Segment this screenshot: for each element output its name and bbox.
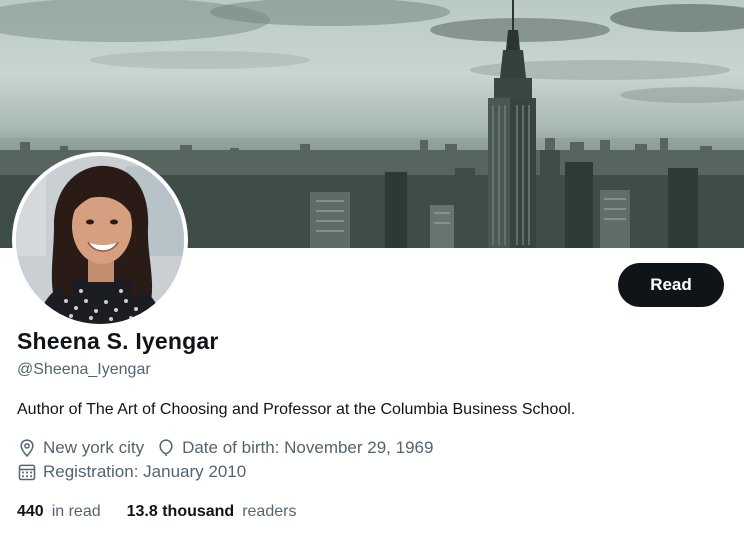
birth-date-item: Date of birth: November 29, 1969	[156, 438, 433, 458]
registration-text: Registration: January 2010	[43, 462, 247, 481]
read-button[interactable]: Read	[618, 263, 724, 307]
location-pin-icon	[20, 439, 34, 457]
profile-meta-row: New york city Date of birth: November 29…	[17, 438, 445, 458]
profile-stats: 440 in read 13.8 thousand readers	[17, 503, 322, 521]
registration-item: Registration: January 2010	[17, 462, 246, 482]
following-label: in read	[51, 503, 101, 520]
birth-date-text: Date of birth: November 29, 1969	[182, 438, 434, 457]
avatar-photo	[16, 156, 184, 324]
profile-page: Read Sheena S. Iyengar @Sheena_Iyengar A…	[0, 0, 744, 549]
followers-stat-link[interactable]: 13.8 thousand readers	[127, 503, 297, 521]
following-count: 440	[17, 503, 44, 520]
avatar-portrait-image	[16, 156, 184, 324]
followers-count: 13.8 thousand	[126, 503, 235, 520]
profile-name: Sheena S. Iyengar	[17, 328, 219, 354]
location-item: New york city	[17, 438, 144, 458]
profile-handle: @Sheena_Iyengar	[17, 361, 151, 378]
followers-label: readers	[242, 503, 297, 520]
following-stat-link[interactable]: 440 in read	[17, 503, 101, 521]
location-text: New york city	[43, 438, 145, 457]
profile-bio: Author of The Art of Choosing and Profes…	[17, 401, 576, 418]
balloon-icon	[159, 439, 173, 456]
calendar-icon	[18, 464, 36, 481]
profile-avatar[interactable]	[12, 152, 188, 328]
profile-meta-row-2: Registration: January 2010	[17, 462, 258, 482]
